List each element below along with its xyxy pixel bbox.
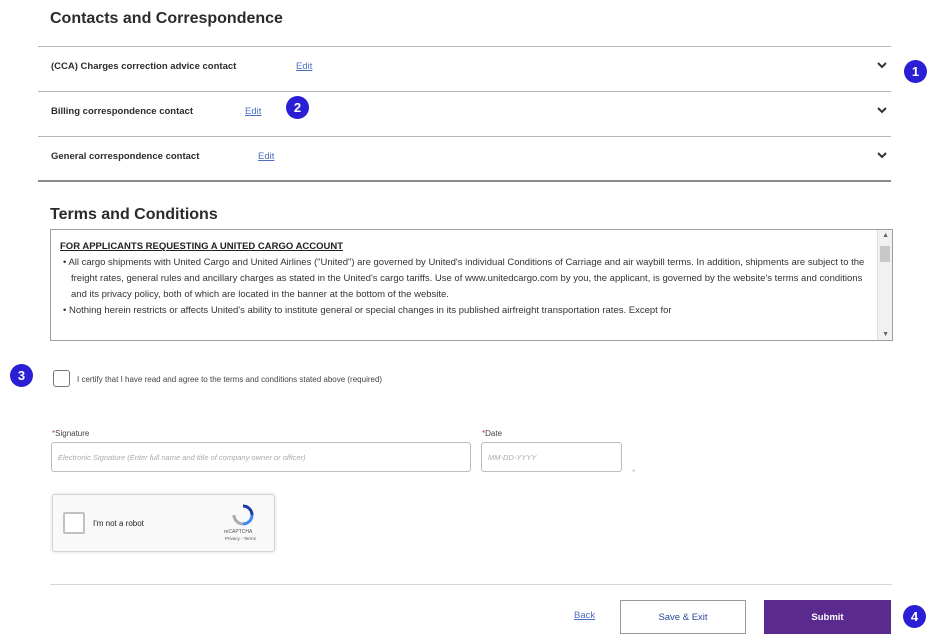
annotation-badge: 3	[10, 364, 33, 387]
annotation-badge: 4	[903, 605, 926, 628]
date-input[interactable]	[481, 442, 622, 472]
save-exit-button[interactable]: Save & Exit	[620, 600, 746, 634]
accordion-general-contact[interactable]: General correspondence contact Edit	[38, 137, 891, 181]
terms-bullet: • All cargo shipments with United Cargo …	[63, 257, 865, 300]
submit-button[interactable]: Submit	[764, 600, 891, 634]
chevron-down-icon[interactable]	[876, 149, 888, 161]
recaptcha-brand: reCAPTCHA	[224, 529, 253, 535]
scrollbar[interactable]: ▲ ▼	[877, 230, 892, 340]
recaptcha-logo-icon	[232, 504, 254, 526]
edit-billing-link[interactable]: Edit	[245, 106, 261, 117]
edit-cca-link[interactable]: Edit	[296, 61, 312, 72]
terms-heading: FOR APPLICANTS REQUESTING A UNITED CARGO…	[60, 241, 344, 252]
signature-input[interactable]	[51, 442, 471, 472]
accordion-label: (CCA) Charges correction advice contact	[51, 61, 237, 72]
accordion-label: General correspondence contact	[51, 151, 200, 162]
scrollbar-thumb[interactable]	[880, 246, 890, 262]
annotation-badge: 1	[904, 60, 927, 83]
signature-label: *Signature	[52, 429, 89, 438]
date-note: *	[632, 468, 636, 477]
edit-general-link[interactable]: Edit	[258, 151, 274, 162]
terms-bullet: • Nothing herein restricts or affects Un…	[63, 305, 672, 316]
accordion-cca-contact[interactable]: (CCA) Charges correction advice contact …	[38, 47, 891, 91]
annotation-badge: 2	[286, 96, 309, 119]
signature-label-text: Signature	[55, 429, 90, 438]
certify-checkbox[interactable]	[53, 370, 70, 387]
chevron-down-icon[interactable]	[876, 59, 888, 71]
recaptcha-widget: I'm not a robot reCAPTCHA Privacy - Term…	[52, 494, 275, 552]
scroll-up-icon[interactable]: ▲	[882, 232, 889, 239]
recaptcha-links[interactable]: Privacy - Terms	[225, 536, 256, 541]
terms-scroll-box[interactable]: FOR APPLICANTS REQUESTING A UNITED CARGO…	[50, 229, 893, 341]
certify-label: I certify that I have read and agree to …	[77, 375, 383, 384]
scroll-down-icon[interactable]: ▼	[882, 331, 889, 338]
date-label: *Date	[482, 429, 502, 438]
divider	[50, 584, 892, 585]
terms-section-title: Terms and Conditions	[50, 206, 218, 223]
accordion-billing-contact[interactable]: Billing correspondence contact Edit	[38, 92, 891, 136]
terms-text: • All cargo shipments with United Cargo …	[61, 255, 873, 319]
divider	[38, 180, 891, 182]
back-link[interactable]: Back	[574, 610, 595, 621]
accordion-label: Billing correspondence contact	[51, 106, 193, 117]
date-label-text: Date	[485, 429, 503, 438]
recaptcha-label: I'm not a robot	[93, 519, 144, 528]
recaptcha-checkbox[interactable]	[63, 512, 85, 534]
contacts-section-title: Contacts and Correspondence	[50, 10, 283, 27]
chevron-down-icon[interactable]	[876, 104, 888, 116]
